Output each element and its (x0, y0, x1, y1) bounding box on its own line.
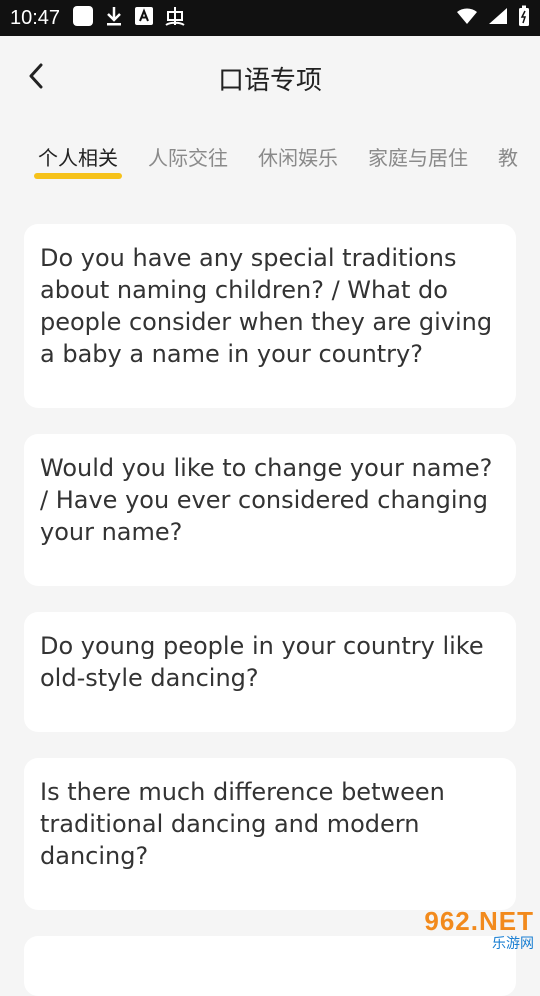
category-tabs: 个人相关 人际交往 休闲娱乐 家庭与居住 教 (0, 132, 540, 192)
site-watermark: 962.NET 乐游网 (396, 902, 534, 956)
tab-leisure[interactable]: 休闲娱乐 (258, 142, 338, 171)
tab-label: 个人相关 (38, 146, 118, 170)
font-a-icon (134, 6, 154, 30)
app-square-icon (72, 5, 94, 31)
question-card[interactable]: Do young people in your country like old… (24, 612, 516, 732)
tab-label: 家庭与居住 (368, 146, 468, 170)
status-time: 10:47 (10, 6, 61, 29)
status-left-icons (72, 5, 186, 31)
question-card[interactable]: Do you have any special traditions about… (24, 224, 516, 408)
tab-social[interactable]: 人际交往 (148, 142, 228, 171)
tab-education[interactable]: 教 (498, 142, 518, 171)
header: 口语专项 (0, 36, 540, 120)
status-bar: 10:47 (0, 0, 540, 36)
question-card[interactable]: Would you like to change your name? / Ha… (24, 434, 516, 586)
tab-family-living[interactable]: 家庭与居住 (368, 142, 468, 171)
question-text: Would you like to change your name? / Ha… (40, 454, 493, 546)
status-right-icons (456, 0, 530, 36)
tab-label: 教 (498, 146, 518, 170)
active-tab-indicator (34, 173, 122, 179)
wifi-icon (456, 7, 478, 29)
watermark-sub: 乐游网 (492, 935, 534, 952)
bug-icon (164, 5, 186, 31)
question-text: Is there much difference between traditi… (40, 778, 445, 870)
question-card[interactable]: Is there much difference between traditi… (24, 758, 516, 910)
download-icon (104, 5, 124, 31)
battery-icon (518, 5, 530, 31)
question-text: Do you have any special traditions about… (40, 244, 493, 368)
page-title: 口语专项 (217, 66, 322, 96)
signal-icon (488, 7, 508, 29)
tab-personal[interactable]: 个人相关 (34, 142, 122, 179)
tab-label: 人际交往 (148, 146, 228, 170)
question-text: Do young people in your country like old… (40, 632, 484, 692)
tab-label: 休闲娱乐 (258, 146, 338, 170)
